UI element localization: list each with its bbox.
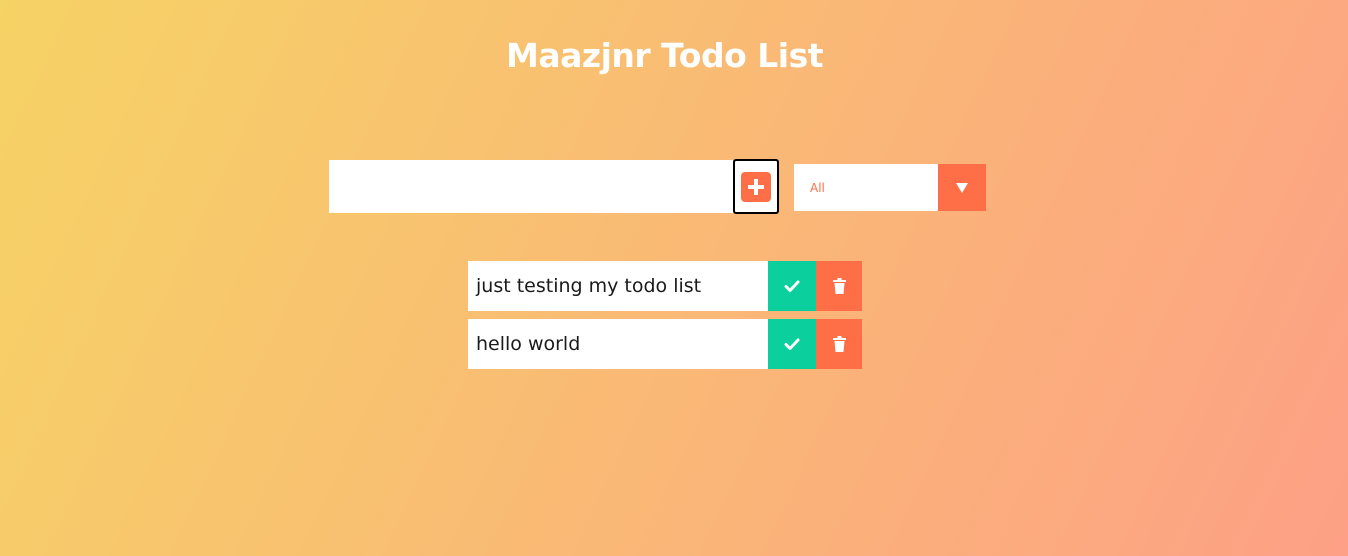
todo-list: just testing my todo list hello world: [468, 261, 862, 377]
todo-input[interactable]: [329, 160, 733, 213]
todo-item: hello world: [468, 319, 862, 369]
trash-icon: [832, 336, 846, 352]
add-todo-button[interactable]: [733, 159, 779, 214]
filter-select[interactable]: All: [794, 164, 986, 211]
todo-text: hello world: [476, 333, 581, 355]
todo-text: just testing my todo list: [476, 275, 702, 297]
complete-button[interactable]: [768, 319, 816, 369]
complete-button[interactable]: [768, 261, 816, 311]
page-title: Maazjnr Todo List: [506, 36, 824, 75]
todo-item: just testing my todo list: [468, 261, 862, 311]
caret-down-icon: [956, 182, 968, 193]
filter-selected-value: All: [810, 180, 825, 195]
todo-form: [329, 159, 780, 214]
filter-dropdown-button[interactable]: [938, 164, 986, 211]
check-icon: [784, 338, 800, 350]
delete-button[interactable]: [816, 261, 862, 311]
trash-icon: [832, 278, 846, 294]
plus-square-icon: [741, 171, 771, 202]
delete-button[interactable]: [816, 319, 862, 369]
check-icon: [784, 280, 800, 292]
